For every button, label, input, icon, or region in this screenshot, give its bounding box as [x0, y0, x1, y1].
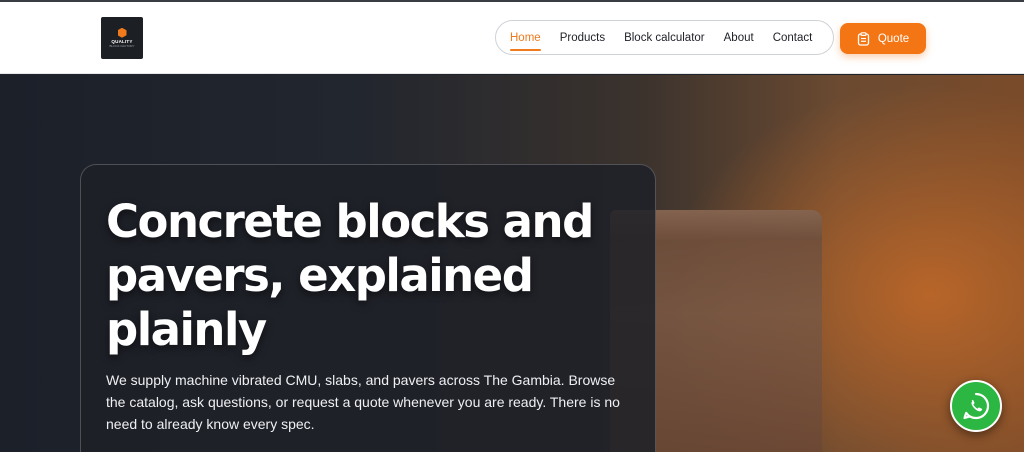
site-logo[interactable]: QUALITY BLOCK FACTORY	[101, 17, 143, 59]
nav-about[interactable]: About	[724, 30, 754, 46]
hero-section: Concrete blocks and pavers, explained pl…	[0, 75, 1024, 452]
nav-block-calculator[interactable]: Block calculator	[624, 30, 705, 46]
logo-subtext: BLOCK FACTORY	[109, 44, 135, 49]
hero-description: We supply machine vibrated CMU, slabs, a…	[106, 372, 620, 432]
hero-title: Concrete blocks and pavers, explained pl…	[106, 195, 594, 356]
logo-hex-icon	[117, 27, 127, 38]
quote-button-label: Quote	[877, 32, 910, 45]
nav-contact[interactable]: Contact	[773, 30, 813, 46]
whatsapp-icon	[963, 392, 990, 420]
clipboard-icon	[857, 31, 869, 46]
site-header: QUALITY BLOCK FACTORY Home Products Bloc…	[0, 2, 1024, 74]
whatsapp-button[interactable]	[950, 380, 1002, 432]
nav-home[interactable]: Home	[510, 30, 541, 51]
hero-card: Concrete blocks and pavers, explained pl…	[80, 164, 656, 452]
main-nav: Home Products Block calculator About Con…	[495, 20, 834, 55]
quote-button[interactable]: Quote	[840, 23, 926, 54]
nav-products[interactable]: Products	[560, 30, 605, 46]
